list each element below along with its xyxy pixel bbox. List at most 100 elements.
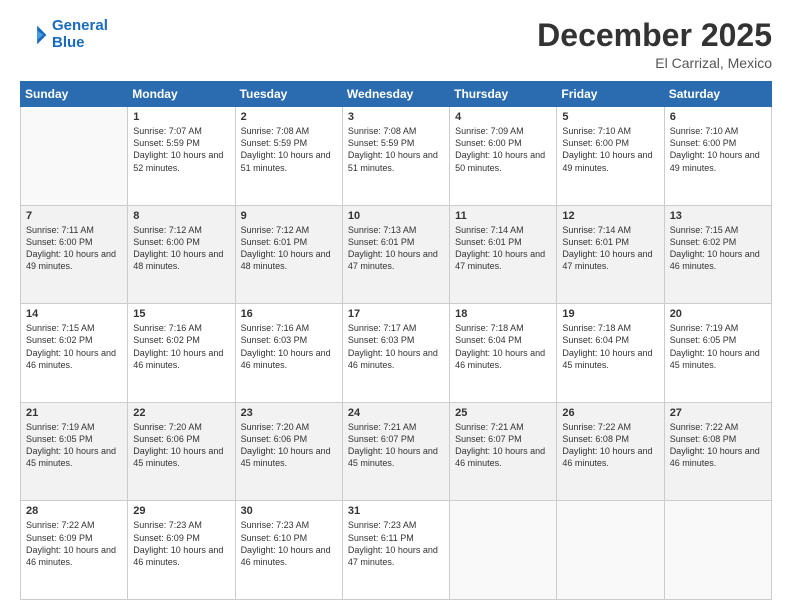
sunset-text: Sunset: 6:03 PM [348, 335, 415, 345]
sunset-text: Sunset: 6:01 PM [241, 237, 308, 247]
calendar-row-4: 28 Sunrise: 7:22 AM Sunset: 6:09 PM Dayl… [21, 501, 772, 600]
table-row: 6 Sunrise: 7:10 AM Sunset: 6:00 PM Dayli… [664, 107, 771, 206]
table-row: 15 Sunrise: 7:16 AM Sunset: 6:02 PM Dayl… [128, 304, 235, 403]
sunset-text: Sunset: 6:08 PM [670, 434, 737, 444]
daylight-text: Daylight: 10 hours and 49 minutes. [670, 150, 760, 172]
table-row [21, 107, 128, 206]
daylight-text: Daylight: 10 hours and 46 minutes. [133, 545, 223, 567]
daylight-text: Daylight: 10 hours and 51 minutes. [241, 150, 331, 172]
sunset-text: Sunset: 6:05 PM [670, 335, 737, 345]
sunrise-text: Sunrise: 7:23 AM [133, 520, 202, 530]
table-row: 13 Sunrise: 7:15 AM Sunset: 6:02 PM Dayl… [664, 205, 771, 304]
table-row: 28 Sunrise: 7:22 AM Sunset: 6:09 PM Dayl… [21, 501, 128, 600]
col-wednesday: Wednesday [342, 82, 449, 107]
sunrise-text: Sunrise: 7:15 AM [26, 323, 95, 333]
sunset-text: Sunset: 6:09 PM [133, 533, 200, 543]
day-number: 26 [562, 407, 658, 419]
sunset-text: Sunset: 6:08 PM [562, 434, 629, 444]
daylight-text: Daylight: 10 hours and 47 minutes. [348, 545, 438, 567]
table-row: 8 Sunrise: 7:12 AM Sunset: 6:00 PM Dayli… [128, 205, 235, 304]
table-row: 1 Sunrise: 7:07 AM Sunset: 5:59 PM Dayli… [128, 107, 235, 206]
sunset-text: Sunset: 6:01 PM [348, 237, 415, 247]
logo: General Blue [20, 18, 108, 51]
table-row: 16 Sunrise: 7:16 AM Sunset: 6:03 PM Dayl… [235, 304, 342, 403]
month-title: December 2025 [537, 18, 772, 53]
day-number: 25 [455, 407, 551, 419]
col-tuesday: Tuesday [235, 82, 342, 107]
day-number: 6 [670, 111, 766, 123]
daylight-text: Daylight: 10 hours and 47 minutes. [348, 249, 438, 271]
daylight-text: Daylight: 10 hours and 45 minutes. [562, 348, 652, 370]
sunrise-text: Sunrise: 7:16 AM [133, 323, 202, 333]
sunset-text: Sunset: 6:02 PM [670, 237, 737, 247]
sunset-text: Sunset: 6:04 PM [562, 335, 629, 345]
table-row: 10 Sunrise: 7:13 AM Sunset: 6:01 PM Dayl… [342, 205, 449, 304]
day-number: 30 [241, 505, 337, 517]
day-number: 24 [348, 407, 444, 419]
daylight-text: Daylight: 10 hours and 52 minutes. [133, 150, 223, 172]
col-thursday: Thursday [450, 82, 557, 107]
table-row: 11 Sunrise: 7:14 AM Sunset: 6:01 PM Dayl… [450, 205, 557, 304]
table-row: 18 Sunrise: 7:18 AM Sunset: 6:04 PM Dayl… [450, 304, 557, 403]
col-monday: Monday [128, 82, 235, 107]
daylight-text: Daylight: 10 hours and 46 minutes. [26, 348, 116, 370]
day-number: 29 [133, 505, 229, 517]
daylight-text: Daylight: 10 hours and 49 minutes. [562, 150, 652, 172]
table-row: 24 Sunrise: 7:21 AM Sunset: 6:07 PM Dayl… [342, 402, 449, 501]
sunset-text: Sunset: 6:06 PM [133, 434, 200, 444]
sunset-text: Sunset: 6:00 PM [455, 138, 522, 148]
sunset-text: Sunset: 6:06 PM [241, 434, 308, 444]
sunset-text: Sunset: 6:09 PM [26, 533, 93, 543]
calendar-row-2: 14 Sunrise: 7:15 AM Sunset: 6:02 PM Dayl… [21, 304, 772, 403]
daylight-text: Daylight: 10 hours and 50 minutes. [455, 150, 545, 172]
day-number: 7 [26, 210, 122, 222]
day-number: 15 [133, 308, 229, 320]
calendar-row-0: 1 Sunrise: 7:07 AM Sunset: 5:59 PM Dayli… [21, 107, 772, 206]
day-number: 28 [26, 505, 122, 517]
day-number: 20 [670, 308, 766, 320]
table-row [557, 501, 664, 600]
day-number: 21 [26, 407, 122, 419]
daylight-text: Daylight: 10 hours and 46 minutes. [670, 249, 760, 271]
daylight-text: Daylight: 10 hours and 45 minutes. [26, 446, 116, 468]
day-number: 12 [562, 210, 658, 222]
day-number: 31 [348, 505, 444, 517]
table-row: 19 Sunrise: 7:18 AM Sunset: 6:04 PM Dayl… [557, 304, 664, 403]
day-number: 16 [241, 308, 337, 320]
sunrise-text: Sunrise: 7:14 AM [562, 225, 631, 235]
sunrise-text: Sunrise: 7:14 AM [455, 225, 524, 235]
table-row: 9 Sunrise: 7:12 AM Sunset: 6:01 PM Dayli… [235, 205, 342, 304]
table-row: 23 Sunrise: 7:20 AM Sunset: 6:06 PM Dayl… [235, 402, 342, 501]
sunset-text: Sunset: 6:02 PM [133, 335, 200, 345]
sunset-text: Sunset: 6:10 PM [241, 533, 308, 543]
calendar-table: Sunday Monday Tuesday Wednesday Thursday… [20, 81, 772, 600]
sunset-text: Sunset: 6:07 PM [455, 434, 522, 444]
col-sunday: Sunday [21, 82, 128, 107]
sunrise-text: Sunrise: 7:12 AM [133, 225, 202, 235]
day-number: 9 [241, 210, 337, 222]
day-number: 13 [670, 210, 766, 222]
sunrise-text: Sunrise: 7:07 AM [133, 126, 202, 136]
sunrise-text: Sunrise: 7:22 AM [562, 422, 631, 432]
sunset-text: Sunset: 6:05 PM [26, 434, 93, 444]
daylight-text: Daylight: 10 hours and 45 minutes. [241, 446, 331, 468]
sunset-text: Sunset: 6:00 PM [133, 237, 200, 247]
table-row: 25 Sunrise: 7:21 AM Sunset: 6:07 PM Dayl… [450, 402, 557, 501]
table-row [664, 501, 771, 600]
daylight-text: Daylight: 10 hours and 46 minutes. [455, 348, 545, 370]
table-row: 7 Sunrise: 7:11 AM Sunset: 6:00 PM Dayli… [21, 205, 128, 304]
sunset-text: Sunset: 6:00 PM [670, 138, 737, 148]
table-row: 5 Sunrise: 7:10 AM Sunset: 6:00 PM Dayli… [557, 107, 664, 206]
table-row: 21 Sunrise: 7:19 AM Sunset: 6:05 PM Dayl… [21, 402, 128, 501]
sunset-text: Sunset: 6:00 PM [562, 138, 629, 148]
table-row: 29 Sunrise: 7:23 AM Sunset: 6:09 PM Dayl… [128, 501, 235, 600]
day-number: 2 [241, 111, 337, 123]
sunset-text: Sunset: 5:59 PM [133, 138, 200, 148]
sunrise-text: Sunrise: 7:09 AM [455, 126, 524, 136]
sunset-text: Sunset: 6:01 PM [562, 237, 629, 247]
daylight-text: Daylight: 10 hours and 46 minutes. [241, 348, 331, 370]
daylight-text: Daylight: 10 hours and 46 minutes. [348, 348, 438, 370]
table-row: 26 Sunrise: 7:22 AM Sunset: 6:08 PM Dayl… [557, 402, 664, 501]
sunrise-text: Sunrise: 7:19 AM [26, 422, 95, 432]
daylight-text: Daylight: 10 hours and 47 minutes. [455, 249, 545, 271]
